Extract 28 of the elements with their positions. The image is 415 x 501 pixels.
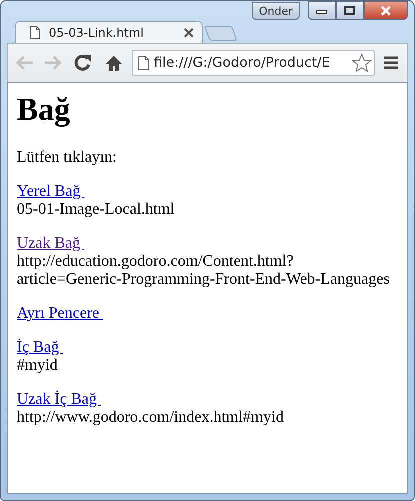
link[interactable]: Uzak Bağ: [17, 235, 85, 252]
minimize-button[interactable]: [308, 1, 336, 20]
reload-icon[interactable]: [73, 53, 93, 73]
maximize-icon: [344, 6, 356, 16]
link[interactable]: Ayrı Pencere: [17, 305, 104, 322]
close-icon: [379, 6, 393, 16]
page-icon: [30, 26, 41, 40]
maximize-button[interactable]: [336, 1, 364, 20]
link[interactable]: İç Bağ: [17, 339, 64, 356]
link-target-text: 05-01-Image-Local.html: [17, 201, 176, 219]
close-icon[interactable]: [184, 28, 194, 38]
address-field[interactable]: file:///G:/Godoro/Product/E: [132, 50, 375, 76]
profile-button[interactable]: Onder: [252, 2, 300, 20]
intro-text: Lütfen tıklayın:: [17, 149, 118, 167]
page-heading: Bağ: [17, 91, 72, 128]
page-icon: [138, 56, 150, 70]
tab-title: 05-03-Link.html: [49, 26, 145, 40]
browser-tab[interactable]: 05-03-Link.html: [15, 21, 203, 43]
close-button[interactable]: [364, 1, 408, 20]
home-icon[interactable]: [105, 54, 123, 72]
url-text: file:///G:/Godoro/Product/E: [154, 55, 332, 71]
link[interactable]: Yerel Bağ: [17, 183, 85, 200]
link-target-text: http://www.godoro.com/index.html#myid: [17, 409, 285, 427]
menu-icon[interactable]: [384, 56, 398, 70]
link-target-text: http://education.godoro.com/Content.html?article=Generic-Programming-Front-End-Web-Languages: [17, 253, 391, 289]
link[interactable]: Uzak İç Bağ: [17, 391, 101, 408]
star-icon[interactable]: [352, 53, 372, 73]
link-target-text: #myid: [17, 357, 59, 375]
